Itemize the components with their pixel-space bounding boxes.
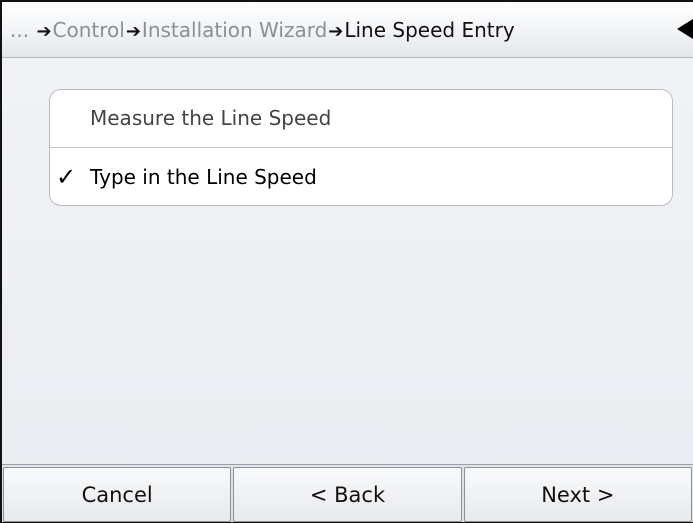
option-label: Measure the Line Speed [90,106,332,130]
option-label: Type in the Line Speed [90,165,317,189]
option-list: Measure the Line Speed ✓ Type in the Lin… [49,89,673,206]
wizard-window: ... ➔Control➔Installation Wizard➔Line Sp… [0,0,693,523]
breadcrumb-arrow-icon: ➔ [125,21,141,42]
next-button[interactable]: Next > [463,467,692,522]
breadcrumb-arrow-icon: ➔ [36,21,52,42]
checkmark-icon: ✓ [56,163,77,191]
footer-bar: Cancel < Back Next > [2,464,693,522]
breadcrumb-item-line-speed-entry: Line Speed Entry [344,18,515,42]
option-measure-line-speed[interactable]: Measure the Line Speed [50,90,672,147]
breadcrumb-arrow-icon: ➔ [328,21,344,42]
header-bar: ... ➔Control➔Installation Wizard➔Line Sp… [2,2,693,58]
breadcrumb-item-installation-wizard[interactable]: Installation Wizard [142,18,327,42]
back-button[interactable]: < Back [233,467,462,522]
back-triangle-icon[interactable] [677,19,693,39]
breadcrumb-item-ellipsis[interactable]: ... [10,18,29,42]
breadcrumb: ... ➔Control➔Installation Wizard➔Line Sp… [10,16,515,44]
breadcrumb-item-control[interactable]: Control [53,18,125,42]
cancel-button[interactable]: Cancel [3,467,232,522]
option-type-line-speed[interactable]: ✓ Type in the Line Speed [50,147,672,205]
